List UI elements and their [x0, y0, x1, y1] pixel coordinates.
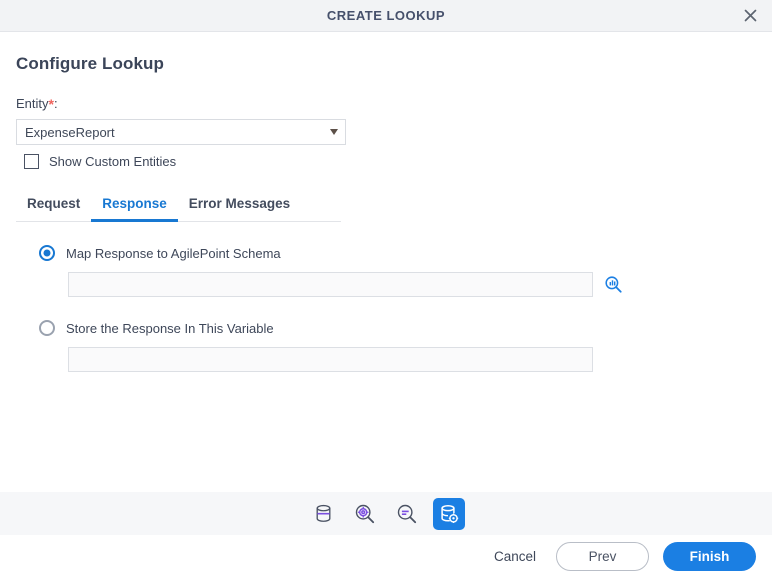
map-response-radio-row[interactable]: Map Response to AgilePoint Schema [16, 245, 281, 261]
show-custom-entities-label: Show Custom Entities [49, 154, 177, 169]
magnifier-gear-icon[interactable] [349, 498, 381, 530]
entity-label-colon: : [53, 96, 58, 111]
store-response-radio[interactable] [39, 320, 55, 336]
page-title: Configure Lookup [16, 54, 164, 73]
store-response-radio-row[interactable]: Store the Response In This Variable [16, 320, 274, 336]
store-response-input[interactable] [68, 347, 593, 372]
magnifier-chart-icon[interactable] [601, 273, 625, 297]
cancel-button[interactable]: Cancel [488, 545, 542, 568]
tab-request[interactable]: Request [16, 191, 91, 222]
show-custom-entities-checkbox[interactable] [24, 154, 39, 169]
show-custom-entities-checkbox-row[interactable]: Show Custom Entities [16, 154, 176, 169]
entity-select[interactable]: ExpenseReport [16, 119, 346, 145]
map-response-input[interactable] [68, 272, 593, 297]
database-icon[interactable] [307, 498, 339, 530]
dialog-titlebar: CREATE LOOKUP [0, 0, 772, 32]
dialog-body: Configure Lookup Entity*: ExpenseReport … [0, 32, 772, 493]
entity-label-text: Entity [16, 96, 49, 111]
database-gear-icon[interactable] [433, 497, 465, 530]
prev-button[interactable]: Prev [556, 542, 649, 571]
dialog-footer: Cancel Prev Finish [0, 535, 772, 578]
dialog-title: CREATE LOOKUP [326, 8, 446, 23]
tab-error-messages[interactable]: Error Messages [178, 191, 301, 222]
store-response-input-row [16, 347, 756, 372]
map-response-radio[interactable] [39, 245, 55, 261]
finish-button[interactable]: Finish [663, 542, 756, 571]
map-response-input-row [16, 272, 756, 297]
chevron-down-icon [323, 129, 345, 135]
tab-response[interactable]: Response [91, 191, 178, 222]
store-response-label: Store the Response In This Variable [66, 320, 274, 336]
wizard-step-toolbar [0, 492, 772, 535]
close-icon[interactable] [738, 4, 762, 28]
entity-select-value: ExpenseReport [25, 124, 115, 140]
entity-label: Entity*: [16, 96, 756, 112]
magnifier-list-icon[interactable] [391, 498, 423, 530]
map-response-label: Map Response to AgilePoint Schema [66, 245, 281, 261]
tab-strip: Request Response Error Messages [16, 191, 341, 222]
